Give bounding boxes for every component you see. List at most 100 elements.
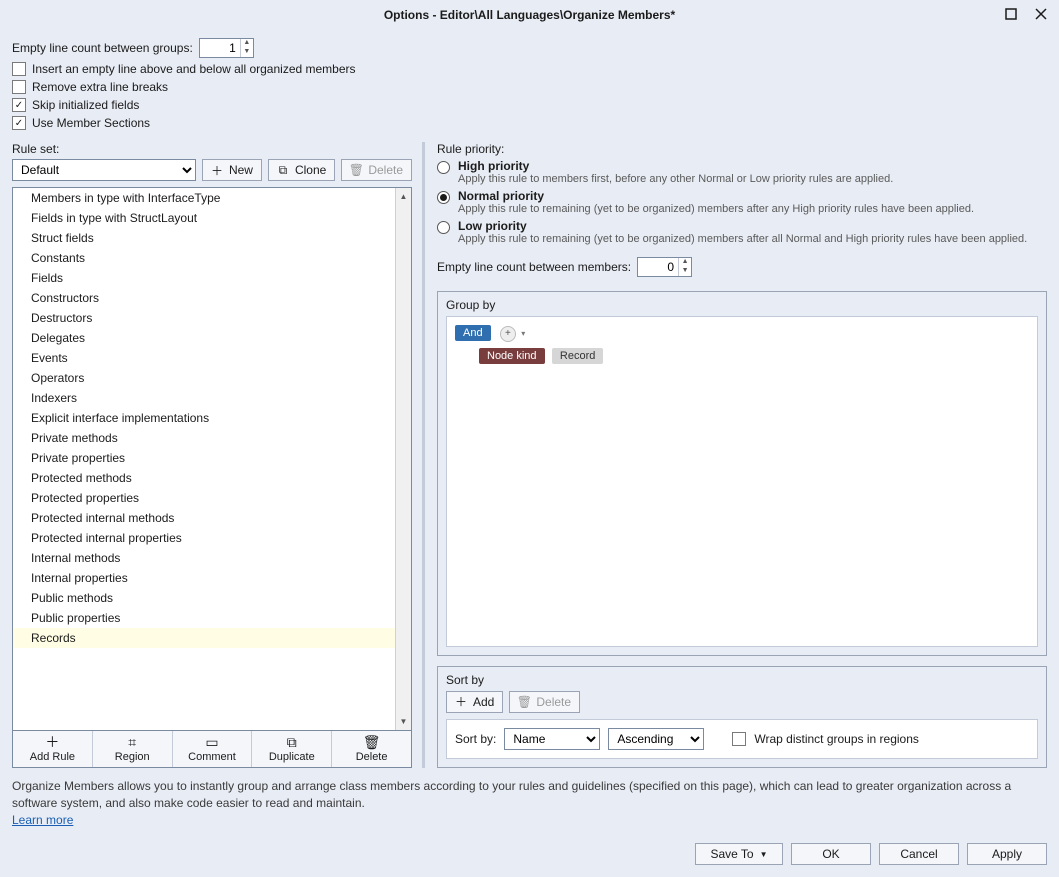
list-item[interactable]: Protected internal methods — [13, 508, 395, 528]
list-item[interactable]: Explicit interface implementations — [13, 408, 395, 428]
low-priority-desc: Apply this rule to remaining (yet to be … — [458, 233, 1027, 245]
and-tag[interactable]: And — [455, 325, 491, 341]
comment-button[interactable]: ▭ Comment — [173, 731, 253, 767]
rule-priority-label: Rule priority: — [437, 142, 1047, 156]
add-rule-button[interactable]: ＋ Add Rule — [13, 731, 93, 767]
list-item[interactable]: Private properties — [13, 448, 395, 468]
empty-line-groups-stepper[interactable]: ▲▼ — [199, 38, 254, 58]
wrap-regions-checkbox[interactable] — [732, 732, 746, 746]
trash-icon: 🗑 — [350, 164, 362, 176]
high-priority-radio[interactable] — [437, 161, 450, 174]
insert-empty-line-checkbox[interactable] — [12, 62, 26, 76]
scroll-up-icon[interactable]: ▲ — [396, 188, 411, 204]
scrollbar[interactable]: ▲ ▼ — [395, 188, 411, 730]
chevron-down-icon[interactable]: ▾ — [521, 329, 525, 338]
list-item[interactable]: Public properties — [13, 608, 395, 628]
add-condition-button[interactable]: + — [500, 326, 516, 342]
list-item[interactable]: Internal properties — [13, 568, 395, 588]
duplicate-button[interactable]: ⧉ Duplicate — [252, 731, 332, 767]
list-item[interactable]: Protected properties — [13, 488, 395, 508]
list-item[interactable]: Fields in type with StructLayout — [13, 208, 395, 228]
list-item[interactable]: Struct fields — [13, 228, 395, 248]
list-item[interactable]: Constructors — [13, 288, 395, 308]
dialog-title: Options - Editor\All Languages\Organize … — [384, 8, 675, 22]
list-item[interactable]: Protected methods — [13, 468, 395, 488]
list-item[interactable]: Fields — [13, 268, 395, 288]
group-by-title: Group by — [446, 298, 1038, 312]
cancel-button[interactable]: Cancel — [879, 843, 959, 865]
spin-down-icon[interactable]: ▼ — [241, 48, 253, 57]
list-item[interactable]: Private methods — [13, 428, 395, 448]
low-priority-radio[interactable] — [437, 221, 450, 234]
skip-initialized-label: Skip initialized fields — [32, 98, 139, 112]
add-sort-button[interactable]: ＋ Add — [446, 691, 503, 713]
rules-listbox[interactable]: Members in type with InterfaceTypeFields… — [12, 187, 412, 731]
insert-empty-line-label: Insert an empty line above and below all… — [32, 62, 356, 76]
delete-sort-button: 🗑 Delete — [509, 691, 580, 713]
list-item[interactable]: Indexers — [13, 388, 395, 408]
maximize-icon[interactable] — [1001, 4, 1021, 24]
ok-button[interactable]: OK — [791, 843, 871, 865]
list-item[interactable]: Events — [13, 348, 395, 368]
normal-priority-radio[interactable] — [437, 191, 450, 204]
plus-icon: ＋ — [45, 735, 59, 749]
ruleset-label: Rule set: — [12, 142, 412, 156]
empty-line-groups-label: Empty line count between groups: — [12, 41, 193, 55]
nodekind-tag[interactable]: Node kind — [479, 348, 545, 364]
comment-icon: ▭ — [205, 735, 218, 749]
list-item[interactable]: Members in type with InterfaceType — [13, 188, 395, 208]
empty-line-members-label: Empty line count between members: — [437, 260, 631, 274]
learn-more-link[interactable]: Learn more — [12, 813, 73, 827]
spin-up-icon[interactable]: ▲ — [241, 39, 253, 48]
sort-field-select[interactable]: Name — [504, 728, 600, 750]
duplicate-icon: ⧉ — [287, 735, 297, 749]
delete-button[interactable]: 🗑 Delete — [332, 731, 411, 767]
use-member-sections-checkbox[interactable]: ✓ — [12, 116, 26, 130]
trash-icon: 🗑 — [363, 735, 381, 749]
use-member-sections-label: Use Member Sections — [32, 116, 150, 130]
region-button[interactable]: ⌗ Region — [93, 731, 173, 767]
apply-button[interactable]: Apply — [967, 843, 1047, 865]
plus-icon: ＋ — [455, 696, 467, 708]
record-tag[interactable]: Record — [552, 348, 603, 364]
sort-by-title: Sort by — [446, 673, 1038, 687]
clone-icon: ⧉ — [277, 164, 289, 176]
list-item[interactable]: Internal methods — [13, 548, 395, 568]
plus-icon: ＋ — [211, 164, 223, 176]
remove-extra-breaks-checkbox[interactable] — [12, 80, 26, 94]
low-priority-title: Low priority — [458, 219, 1027, 233]
normal-priority-desc: Apply this rule to remaining (yet to be … — [458, 203, 974, 215]
normal-priority-title: Normal priority — [458, 189, 974, 203]
high-priority-title: High priority — [458, 159, 893, 173]
skip-initialized-checkbox[interactable]: ✓ — [12, 98, 26, 112]
close-icon[interactable] — [1031, 4, 1051, 24]
list-item[interactable]: Records — [13, 628, 395, 648]
empty-line-groups-input[interactable] — [200, 40, 240, 56]
list-item[interactable]: Constants — [13, 248, 395, 268]
chevron-down-icon: ▼ — [760, 850, 768, 859]
list-item[interactable]: Destructors — [13, 308, 395, 328]
titlebar: Options - Editor\All Languages\Organize … — [0, 0, 1059, 30]
save-to-button[interactable]: Save To ▼ — [695, 843, 783, 865]
footer-description: Organize Members allows you to instantly… — [12, 779, 1011, 810]
delete-ruleset-button: 🗑 Delete — [341, 159, 412, 181]
spin-up-icon[interactable]: ▲ — [679, 258, 691, 267]
ruleset-select[interactable]: Default — [12, 159, 196, 181]
list-item[interactable]: Operators — [13, 368, 395, 388]
group-by-area[interactable]: And + ▾ Node kind Record — [446, 316, 1038, 647]
empty-line-members-input[interactable] — [638, 259, 678, 275]
list-item[interactable]: Public methods — [13, 588, 395, 608]
list-item[interactable]: Delegates — [13, 328, 395, 348]
wrap-regions-label: Wrap distinct groups in regions — [754, 732, 919, 746]
new-ruleset-button[interactable]: ＋ New — [202, 159, 262, 181]
sort-direction-select[interactable]: Ascending — [608, 728, 704, 750]
trash-icon: 🗑 — [518, 696, 530, 708]
spin-down-icon[interactable]: ▼ — [679, 267, 691, 276]
scroll-down-icon[interactable]: ▼ — [396, 714, 411, 730]
empty-line-members-stepper[interactable]: ▲▼ — [637, 257, 692, 277]
sort-by-label: Sort by: — [455, 732, 496, 746]
region-icon: ⌗ — [128, 735, 136, 749]
remove-extra-breaks-label: Remove extra line breaks — [32, 80, 168, 94]
clone-ruleset-button[interactable]: ⧉ Clone — [268, 159, 335, 181]
list-item[interactable]: Protected internal properties — [13, 528, 395, 548]
